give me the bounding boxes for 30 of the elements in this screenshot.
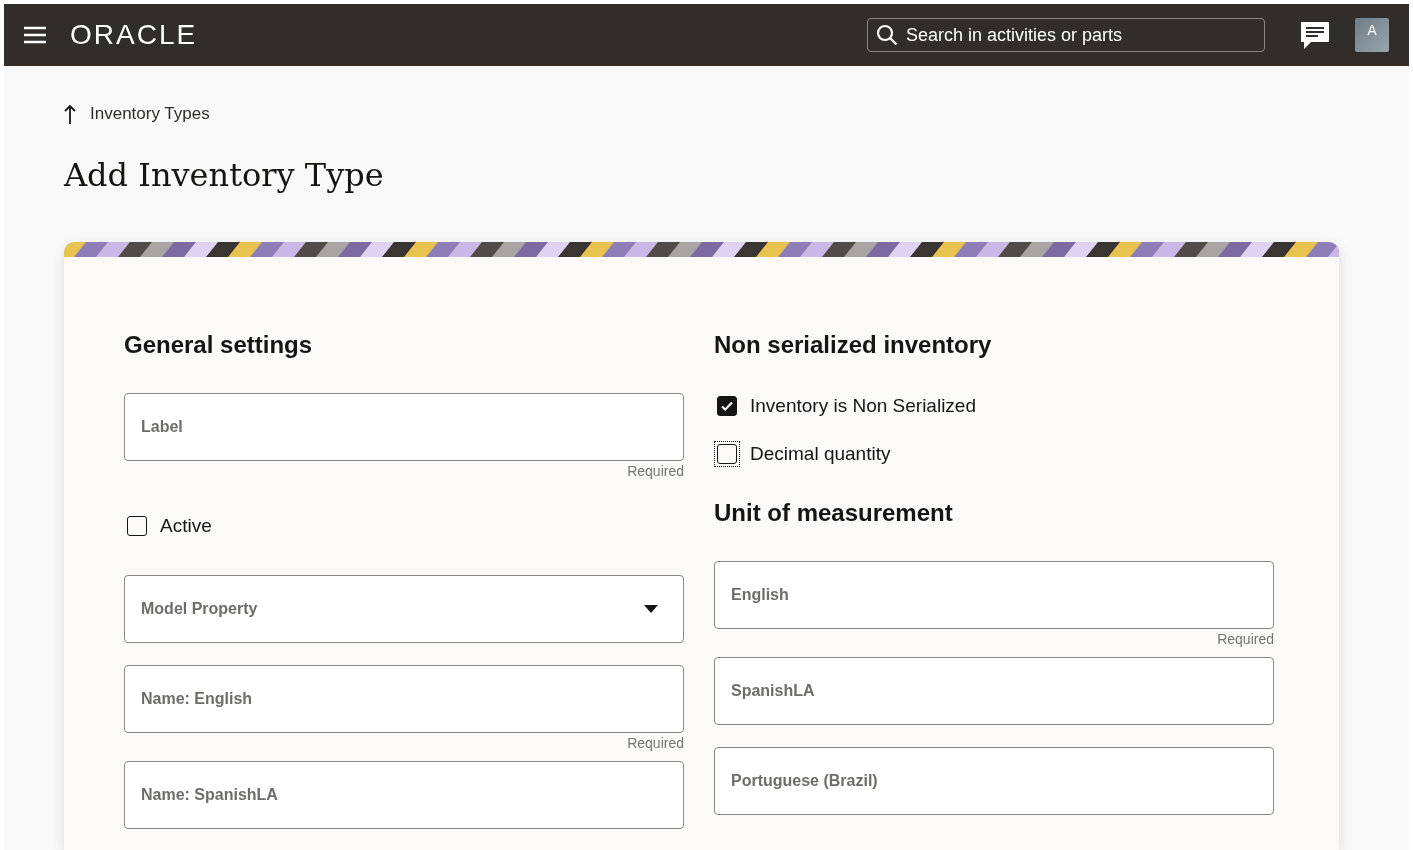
text-field[interactable]: English: [714, 561, 1274, 629]
dropdown-field[interactable]: Model Property: [124, 575, 684, 643]
menu-icon[interactable]: [24, 26, 46, 44]
chat-icon[interactable]: [1299, 19, 1331, 51]
text-field[interactable]: Portuguese (Brazil): [714, 747, 1274, 815]
section-heading: Unit of measurement: [714, 499, 954, 527]
section-heading: General settings: [124, 331, 314, 359]
text-field[interactable]: Name: SpanishLA: [124, 761, 684, 829]
checkbox-label: Inventory is Non Serialized: [750, 395, 976, 417]
required-hint: Required: [627, 463, 684, 479]
checkbox-label: Active: [160, 515, 212, 537]
required-hint: Required: [627, 735, 684, 751]
checkbox-box[interactable]: [717, 396, 737, 416]
logo: ORACLE: [70, 19, 198, 51]
required-hint: Required: [1217, 631, 1274, 647]
checkbox[interactable]: Active: [124, 513, 212, 539]
text-field[interactable]: Label: [124, 393, 684, 461]
up-arrow-icon: [64, 104, 76, 124]
breadcrumb-link[interactable]: Inventory Types: [64, 104, 210, 124]
caret-icon: [644, 605, 658, 613]
section-heading: Non serialized inventory: [714, 331, 993, 359]
page-title: Add Inventory Type: [64, 156, 385, 194]
text-field[interactable]: Name: English: [124, 665, 684, 733]
checkbox[interactable]: Decimal quantity: [714, 441, 891, 467]
search-icon: [876, 24, 898, 46]
text-field[interactable]: SpanishLA: [714, 657, 1274, 725]
checkbox[interactable]: Inventory is Non Serialized: [714, 393, 976, 419]
checkbox-box[interactable]: [127, 516, 147, 536]
checkbox-label: Decimal quantity: [750, 443, 891, 465]
search-field[interactable]: Search in activities or parts: [867, 18, 1265, 52]
